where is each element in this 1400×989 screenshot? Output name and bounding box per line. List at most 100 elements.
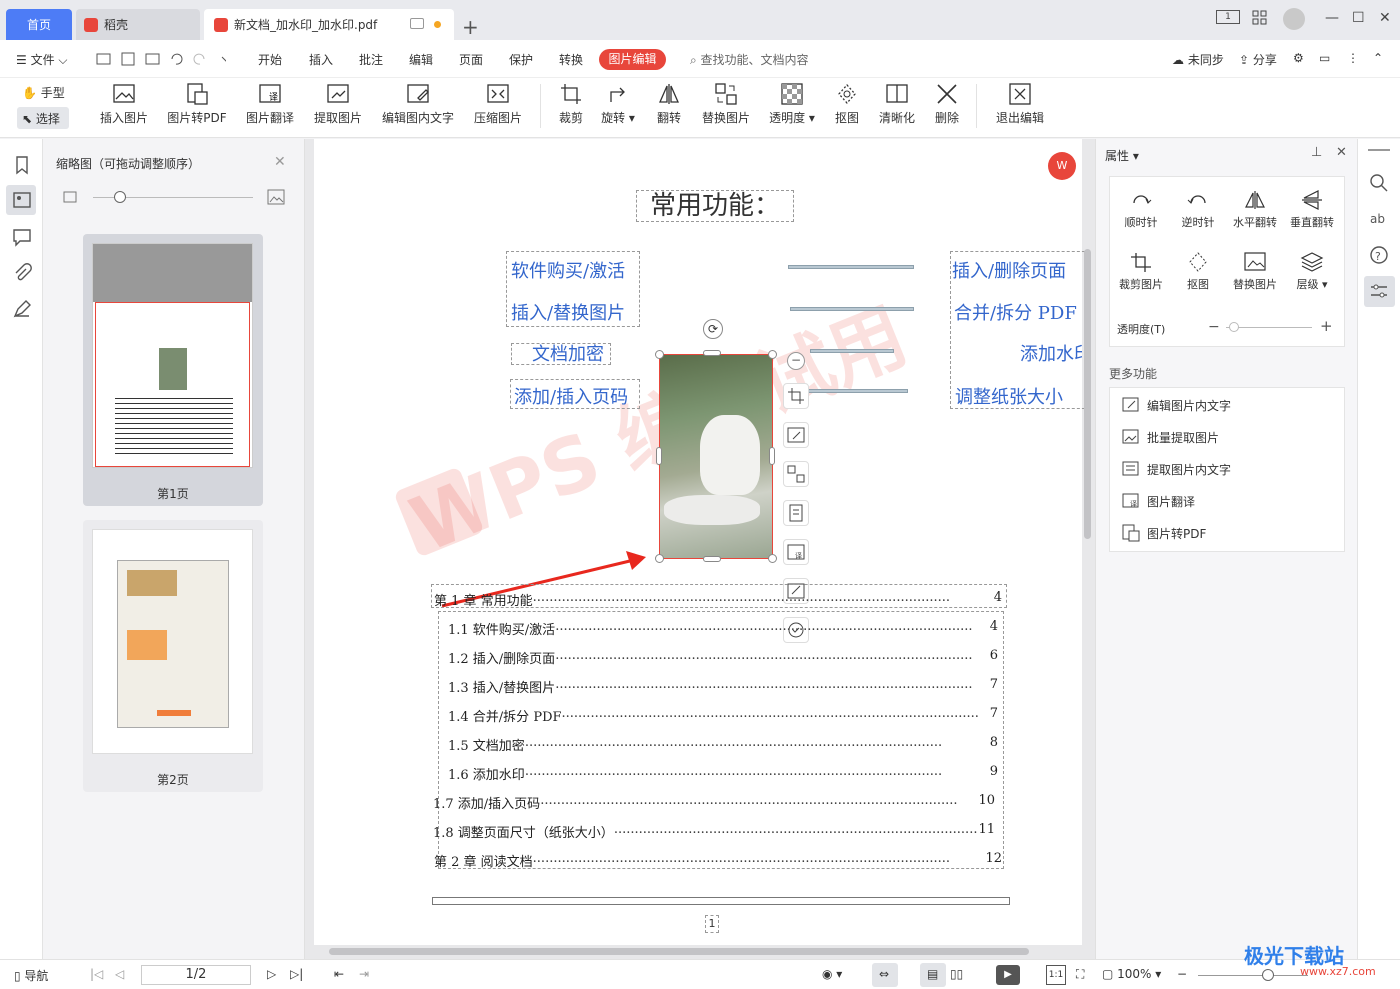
collapse-ribbon-icon[interactable]: ⌃ (1373, 51, 1383, 65)
edit-picture-text-button[interactable]: 编辑图内文字 (380, 82, 456, 126)
menu-start[interactable]: 开始 (258, 51, 282, 68)
thumbnail-icon[interactable] (12, 190, 32, 210)
opacity-button[interactable]: 透明度 ▾ (768, 82, 816, 126)
resize-handle[interactable] (703, 556, 721, 562)
hand-tool[interactable]: ✋ 手型 (22, 84, 65, 101)
pin-icon[interactable]: ⊥ (1311, 145, 1322, 160)
replace-picture-button[interactable]: 替换图片 (700, 82, 752, 126)
rotate-button[interactable]: 旋转 ▾ (600, 82, 636, 126)
float-crop-icon[interactable] (783, 383, 809, 409)
prev-page-icon[interactable]: ◁ (115, 967, 124, 981)
float-translate-icon[interactable]: 译 (783, 539, 809, 565)
zoom-slider-handle[interactable] (1262, 969, 1274, 981)
eye-icon[interactable]: ◉ ▾ (822, 967, 842, 981)
navigation-toggle[interactable]: ▯ 导航 (14, 967, 48, 984)
tab-document[interactable]: 新文档_加水印_加水印.pdf (204, 9, 454, 40)
message-icon[interactable]: ▭ (1319, 51, 1330, 65)
back-icon[interactable]: ⇤ (334, 967, 344, 981)
resize-handle[interactable] (769, 447, 775, 465)
next-page-icon[interactable]: ▷ (267, 967, 276, 981)
more-edit-picture-text[interactable]: 编辑图片内文字 (1122, 396, 1231, 414)
vertical-scrollbar[interactable] (1084, 249, 1091, 539)
zoom-out-icon[interactable]: − (1177, 967, 1187, 981)
menu-comment[interactable]: 批注 (359, 51, 383, 68)
exit-edit-button[interactable]: 退出编辑 (994, 82, 1046, 126)
forward-icon[interactable]: ⇥ (359, 967, 369, 981)
layer-button[interactable]: 层级 ▾ (1284, 251, 1340, 292)
crop-picture-button[interactable]: 裁剪图片 (1113, 251, 1169, 292)
flip-vertical-button[interactable]: 垂直翻转 (1284, 189, 1340, 230)
resize-handle[interactable] (703, 350, 721, 356)
flip-horizontal-button[interactable]: 水平翻转 (1227, 189, 1283, 230)
close-properties-icon[interactable]: ✕ (1336, 145, 1347, 160)
resize-handle[interactable] (768, 554, 777, 563)
more-picture-translate[interactable]: 译 图片翻译 (1122, 492, 1195, 510)
share-button[interactable]: ⇪ 分享 (1239, 51, 1277, 68)
link-insert-replace-picture[interactable]: 插入/替换图片 (511, 299, 625, 325)
pdf-page[interactable]: WPS 编辑试用 W 常用功能： 软件购买/激活 插入/替换图片 文档加密 添加… (314, 139, 1090, 945)
properties-title[interactable]: 属性 ▾ (1105, 147, 1139, 164)
sync-button[interactable]: ☁ 未同步 (1172, 51, 1224, 68)
rotate-handle-icon[interactable]: ⟳ (703, 319, 723, 339)
horizontal-scrollbar[interactable] (329, 948, 1029, 955)
last-page-icon[interactable]: ▷| (290, 967, 303, 981)
menu-page[interactable]: 页面 (459, 51, 483, 68)
selected-cat-picture[interactable] (659, 354, 773, 559)
signature-icon[interactable] (12, 299, 32, 319)
link-add-watermark[interactable]: 添加水印 (1020, 340, 1082, 366)
thumbnail-page-1[interactable]: 第1页 (83, 234, 263, 506)
quick-access-icons[interactable] (96, 51, 231, 70)
zoom-search-icon[interactable] (1369, 173, 1389, 193)
file-menu[interactable]: ☰ 文件 ⌵ (16, 51, 68, 68)
zoom-slider[interactable] (1198, 975, 1308, 976)
resize-handle[interactable] (768, 350, 777, 359)
more-picture-to-pdf[interactable]: 图片转PDF (1122, 524, 1206, 542)
toc-line-5[interactable]: 1.4 合并/拆分 PDF...........................… (448, 706, 998, 725)
link-encrypt[interactable]: 文档加密 (532, 340, 604, 366)
resize-handle[interactable] (656, 447, 662, 465)
document-viewport[interactable]: WPS 编辑试用 W 常用功能： 软件购买/激活 插入/替换图片 文档加密 添加… (305, 139, 1095, 959)
select-tool[interactable]: ⬉ 选择 (17, 107, 69, 129)
toc-line-8[interactable]: 1.7 添加/插入页码.............................… (433, 793, 995, 812)
toc-line-9[interactable]: 1.8 调整页面尺寸（纸张大小）........................… (433, 822, 995, 841)
picture-translate-button[interactable]: 译 图片翻译 (244, 82, 296, 126)
menu-picture-edit[interactable]: 图片编辑 (599, 49, 666, 70)
maximize-icon[interactable]: ☐ (1352, 10, 1365, 26)
tab-daoke[interactable]: 稻壳 (76, 9, 200, 40)
new-tab-button[interactable]: + (462, 11, 479, 42)
toc-line-3[interactable]: 1.2 插入/删除页面.............................… (448, 648, 998, 667)
opacity-increase-icon[interactable]: + (1320, 317, 1333, 335)
wps-badge-icon[interactable]: W (1048, 152, 1076, 180)
replace-picture-panel-button[interactable]: 替换图片 (1227, 251, 1283, 292)
link-merge-split[interactable]: 合并/拆分 PDF (954, 299, 1077, 325)
resize-handle[interactable] (655, 554, 664, 563)
play-icon[interactable]: ▶ (996, 965, 1020, 985)
settings-icon[interactable]: ⚙ (1293, 51, 1304, 65)
extract-picture-button[interactable]: 提取图片 (312, 82, 364, 126)
toc-line-1[interactable]: 第 1 章 常用功能..............................… (434, 590, 1002, 609)
cutout-button[interactable]: 抠图 (832, 82, 862, 126)
flip-button[interactable]: 翻转 (654, 82, 684, 126)
monitor-icon[interactable] (410, 18, 424, 29)
close-panel-icon[interactable]: ✕ (274, 154, 286, 170)
rotate-counterclockwise-button[interactable]: 逆时针 (1170, 189, 1226, 230)
rotate-clockwise-button[interactable]: 顺时针 (1113, 189, 1169, 230)
link-software-purchase[interactable]: 软件购买/激活 (511, 257, 625, 283)
more-icon[interactable]: ⋮ (1347, 51, 1359, 65)
float-extract-text-icon[interactable] (783, 500, 809, 526)
collapse-tools-icon[interactable]: − (787, 352, 805, 370)
window-mode-icon[interactable]: 1 (1216, 10, 1240, 24)
attachment-icon[interactable] (12, 263, 32, 283)
link-insert-delete-page[interactable]: 插入/删除页面 (952, 257, 1066, 283)
help-icon[interactable]: ? (1369, 245, 1389, 265)
heading-box[interactable]: 常用功能： (636, 190, 794, 222)
search-input[interactable]: ⌕ 查找功能、文档内容 (690, 51, 809, 68)
sharpen-button[interactable]: 清晰化 (876, 82, 918, 126)
link-page-number[interactable]: 添加/插入页码 (514, 383, 628, 409)
link-paper-size[interactable]: 调整纸张大小 (955, 383, 1063, 409)
menu-insert[interactable]: 插入 (309, 51, 333, 68)
page-indicator-input[interactable]: 1/2 (141, 965, 251, 985)
minimize-icon[interactable]: — (1325, 10, 1339, 26)
cutout-panel-button[interactable]: 抠图 (1170, 251, 1226, 292)
fit-page-icon[interactable]: ⛶ (1076, 967, 1084, 982)
